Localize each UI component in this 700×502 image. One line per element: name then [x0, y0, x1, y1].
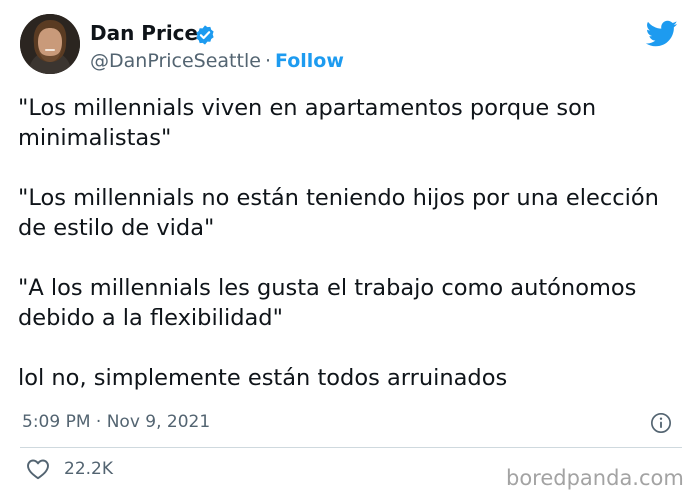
avatar[interactable]	[20, 14, 80, 74]
twitter-bird-icon[interactable]	[646, 20, 678, 48]
tweet-card: Dan Price @DanPriceSeattle · Follow "Los m…	[0, 0, 700, 502]
follow-button[interactable]: Follow	[275, 50, 344, 72]
tweet-paragraph: "Los millennials viven en apartamentos p…	[18, 95, 597, 151]
like-count: 22.2K	[64, 459, 113, 479]
handle-row: @DanPriceSeattle · Follow	[90, 48, 344, 74]
divider	[20, 447, 682, 448]
display-name[interactable]: Dan Price	[90, 20, 198, 46]
watermark: boredpanda.com	[506, 466, 684, 490]
verified-badge-icon	[196, 25, 214, 45]
tweet-paragraph: lol no, simplemente están todos arruinad…	[18, 365, 508, 391]
separator-dot: ·	[264, 50, 271, 72]
heart-icon	[27, 459, 49, 480]
tweet-timestamp[interactable]: 5:09 PM · Nov 9, 2021	[22, 410, 210, 434]
info-icon[interactable]	[650, 412, 672, 434]
tweet-paragraph: "A los millennials les gusta el trabajo …	[18, 275, 637, 331]
tweet-paragraph: "Los millennials no están teniendo hijos…	[18, 185, 659, 241]
user-handle[interactable]: @DanPriceSeattle	[90, 50, 261, 72]
tweet-text: "Los millennials viven en apartamentos p…	[18, 93, 686, 393]
